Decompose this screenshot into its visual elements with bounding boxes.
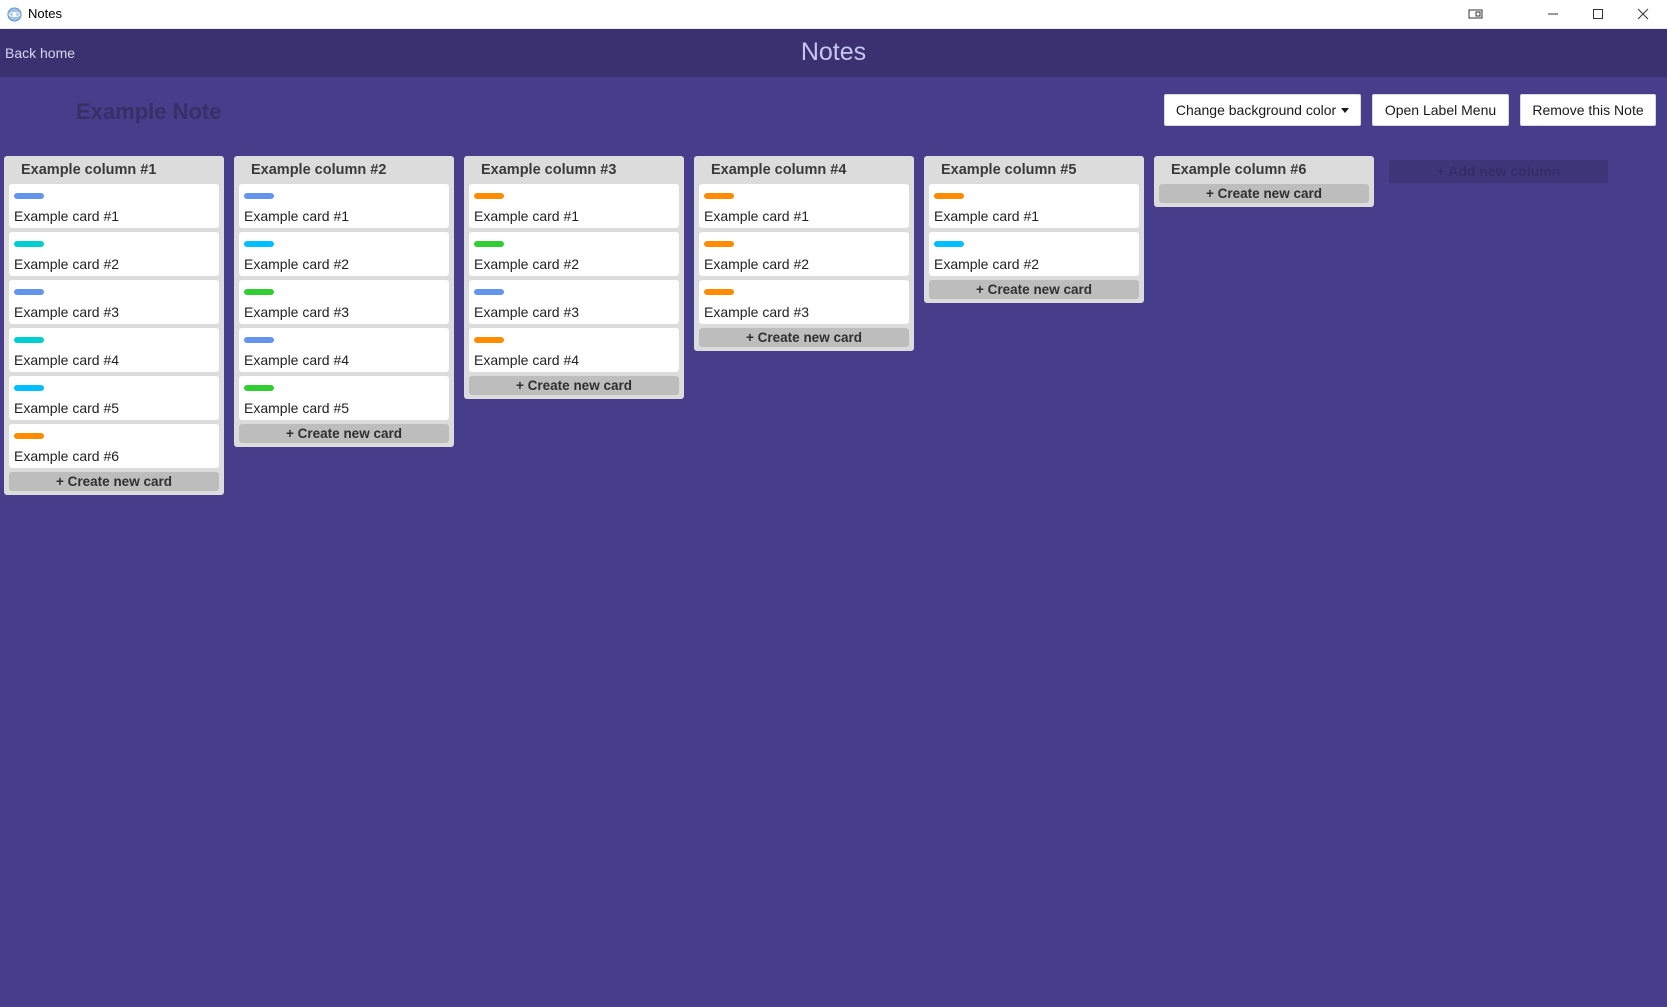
card-label-tag xyxy=(704,289,734,295)
card[interactable]: Example card #1 xyxy=(929,184,1139,228)
card[interactable]: Example card #1 xyxy=(699,184,909,228)
change-background-color-label: Change background color xyxy=(1175,102,1337,118)
card[interactable]: Example card #5 xyxy=(239,376,449,420)
column: Example column #2 Example card #1 Example … xyxy=(234,156,454,447)
card[interactable]: Example card #6 xyxy=(9,424,219,468)
card-text: Example card #1 xyxy=(934,208,1040,224)
mode-button[interactable] xyxy=(1453,0,1499,28)
create-new-card-button[interactable]: + Create new card xyxy=(239,424,449,443)
window-titlebar: Notes xyxy=(0,0,1667,29)
card[interactable]: Example card #1 xyxy=(239,184,449,228)
card[interactable]: Example card #2 xyxy=(469,232,679,276)
card[interactable]: Example card #1 xyxy=(469,184,679,228)
card-label-tag xyxy=(474,193,504,199)
maximize-icon xyxy=(1593,9,1603,19)
column: Example column #6 + Create new card xyxy=(1154,156,1374,207)
card[interactable]: Example card #2 xyxy=(239,232,449,276)
card[interactable]: Example card #2 xyxy=(929,232,1139,276)
card-text: Example card #1 xyxy=(244,208,350,224)
card-label-tag xyxy=(244,385,274,391)
card[interactable]: Example card #2 xyxy=(699,232,909,276)
column-title[interactable]: Example column #2 xyxy=(239,156,449,184)
card[interactable]: Example card #2 xyxy=(9,232,219,276)
column: Example column #3 Example card #1 Example … xyxy=(464,156,684,399)
card-text: Example card #4 xyxy=(14,352,120,368)
card-label-tag xyxy=(474,241,504,247)
card[interactable]: Example card #3 xyxy=(699,280,909,324)
column-title[interactable]: Example column #3 xyxy=(469,156,679,184)
card-label-tag xyxy=(244,241,274,247)
maximize-button[interactable] xyxy=(1575,0,1621,28)
card-label-tag xyxy=(934,241,964,247)
minimize-icon xyxy=(1548,13,1558,15)
note-title: Example Note xyxy=(76,99,222,124)
column: Example column #5 Example card #1 Example … xyxy=(924,156,1144,303)
card-label-tag xyxy=(704,193,734,199)
column: Example column #4 Example card #1 Example … xyxy=(694,156,914,351)
change-background-color-button[interactable]: Change background color xyxy=(1164,94,1361,126)
card-text: Example card #1 xyxy=(14,208,120,224)
card-text: Example card #6 xyxy=(14,448,120,464)
card-label-tag xyxy=(14,241,44,247)
app-title: Notes xyxy=(800,38,867,66)
mode-icon xyxy=(1468,9,1483,19)
dropdown-caret-icon xyxy=(1341,107,1350,113)
card[interactable]: Example card #3 xyxy=(9,280,219,324)
card-label-tag xyxy=(14,337,44,343)
remove-note-button[interactable]: Remove this Note xyxy=(1520,94,1656,126)
card[interactable]: Example card #3 xyxy=(239,280,449,324)
card-label-tag xyxy=(14,385,44,391)
card[interactable]: Example card #1 xyxy=(9,184,219,228)
column-title[interactable]: Example column #1 xyxy=(9,156,219,184)
card-text: Example card #2 xyxy=(244,256,350,272)
column-title[interactable]: Example column #6 xyxy=(1159,156,1369,184)
card-text: Example card #2 xyxy=(14,256,120,272)
card[interactable]: Example card #4 xyxy=(239,328,449,372)
card[interactable]: Example card #4 xyxy=(9,328,219,372)
app-logo-icon xyxy=(7,7,22,22)
card[interactable]: Example card #3 xyxy=(469,280,679,324)
card-label-tag xyxy=(474,289,504,295)
card-label-tag xyxy=(14,433,44,439)
card-text: Example card #2 xyxy=(934,256,1040,272)
card[interactable]: Example card #4 xyxy=(469,328,679,372)
card-label-tag xyxy=(244,193,274,199)
card-text: Example card #3 xyxy=(474,304,580,320)
card-text: Example card #1 xyxy=(704,208,810,224)
card-text: Example card #3 xyxy=(244,304,350,320)
create-new-card-button[interactable]: + Create new card xyxy=(929,280,1139,299)
card-text: Example card #4 xyxy=(474,352,580,368)
create-new-card-button[interactable]: + Create new card xyxy=(469,376,679,395)
close-button[interactable] xyxy=(1620,0,1666,28)
card-text: Example card #3 xyxy=(14,304,120,320)
card-text: Example card #3 xyxy=(704,304,810,320)
column-title[interactable]: Example column #4 xyxy=(699,156,909,184)
window-title: Notes xyxy=(28,6,62,21)
card-text: Example card #4 xyxy=(244,352,350,368)
create-new-card-button[interactable]: + Create new card xyxy=(699,328,909,347)
app-header: Back home Notes xyxy=(0,29,1667,77)
create-new-card-button[interactable]: + Create new card xyxy=(1159,184,1369,203)
add-new-column-button[interactable]: + Add new column xyxy=(1389,160,1608,183)
card-text: Example card #5 xyxy=(14,400,120,416)
minimize-button[interactable] xyxy=(1530,0,1576,28)
card-text: Example card #1 xyxy=(474,208,580,224)
card-label-tag xyxy=(934,193,964,199)
card-text: Example card #2 xyxy=(474,256,580,272)
card-label-tag xyxy=(14,289,44,295)
create-new-card-button[interactable]: + Create new card xyxy=(9,472,219,491)
card-label-tag xyxy=(474,337,504,343)
card-text: Example card #5 xyxy=(244,400,350,416)
open-label-menu-button[interactable]: Open Label Menu xyxy=(1372,94,1509,126)
card-text: Example card #2 xyxy=(704,256,810,272)
card-label-tag xyxy=(244,289,274,295)
card-label-tag xyxy=(244,337,274,343)
column-title[interactable]: Example column #5 xyxy=(929,156,1139,184)
close-icon xyxy=(1637,8,1649,20)
column: Example column #1 Example card #1 Example … xyxy=(4,156,224,495)
card-label-tag xyxy=(14,193,44,199)
card[interactable]: Example card #5 xyxy=(9,376,219,420)
card-label-tag xyxy=(704,241,734,247)
